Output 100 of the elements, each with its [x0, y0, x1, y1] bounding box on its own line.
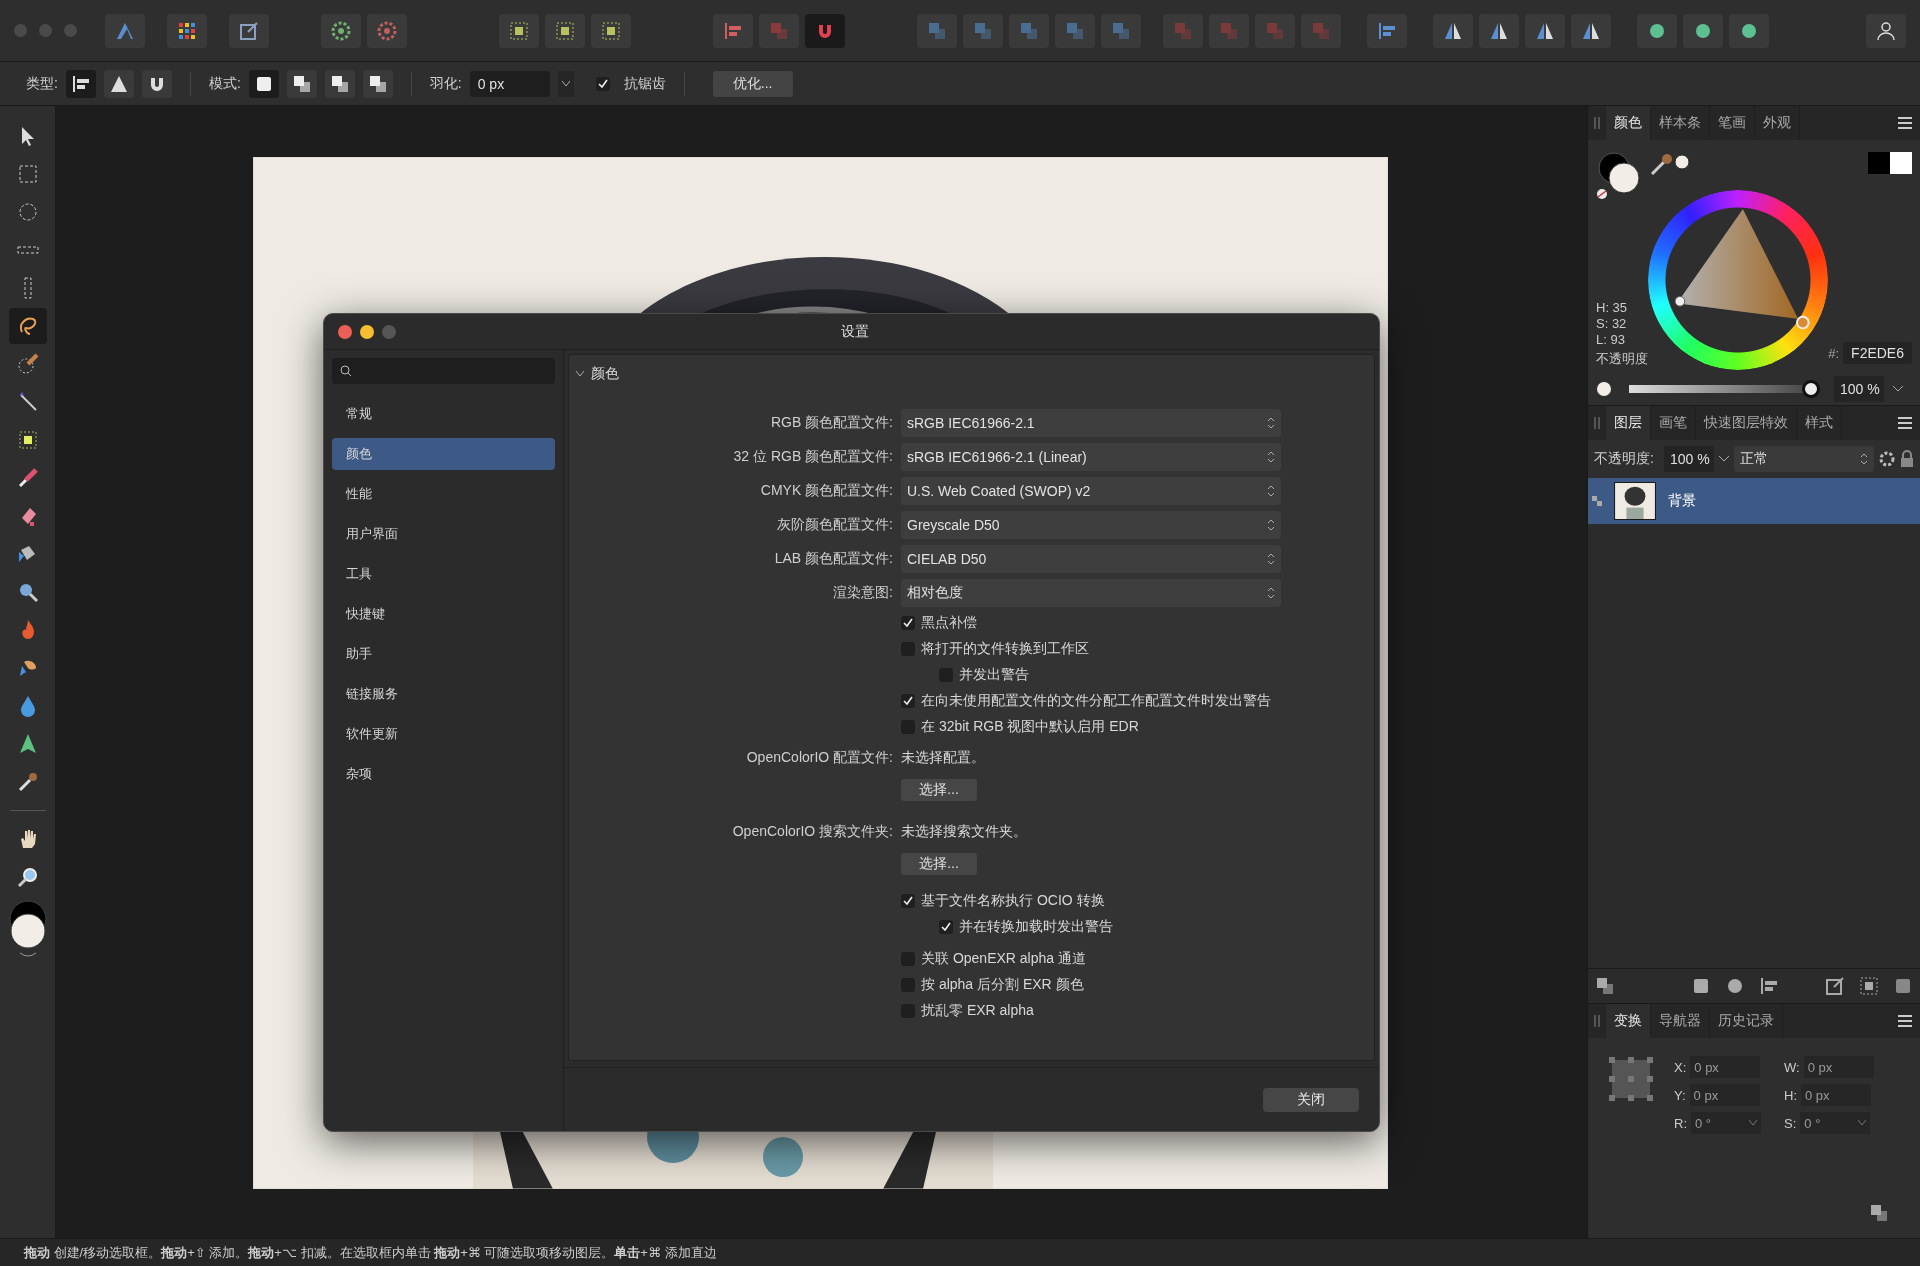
mode-button[interactable]	[324, 69, 355, 98]
panel-tab[interactable]: 变换	[1606, 1004, 1651, 1038]
profile-dropdown[interactable]: Greyscale D50	[901, 511, 1281, 539]
mode-button[interactable]	[286, 69, 317, 98]
profile-dropdown[interactable]: sRGB IEC61966-2.1 (Linear)	[901, 443, 1281, 471]
opacity-field[interactable]: 100 %	[1834, 375, 1884, 402]
checkbox-label: 并发出警告	[959, 666, 1029, 684]
checkbox-label: 关联 OpenEXR alpha 通道	[921, 950, 1086, 968]
toolbar-button[interactable]	[545, 13, 585, 48]
close-button[interactable]: 关闭	[1263, 1087, 1359, 1112]
sidebar-item[interactable]: 工具	[332, 558, 555, 590]
brush-selection-icon[interactable]	[15, 352, 40, 376]
profile-dropdown[interactable]: 相对色度	[901, 579, 1281, 607]
toolbar-button[interactable]	[1683, 13, 1723, 48]
panel-tab[interactable]: 图层	[1606, 406, 1651, 440]
new-layer-icon[interactable]	[1824, 975, 1846, 997]
transform-label: Y:	[1674, 1087, 1686, 1103]
profile-dropdown[interactable]: U.S. Web Coated (SWOP) v2	[901, 477, 1281, 505]
chevron-icon[interactable]	[575, 370, 585, 378]
antialias-checkbox[interactable]	[595, 76, 610, 91]
checkbox-label: 在向未使用配置文件的文件分配工作配置文件时发出警告	[921, 692, 1271, 710]
checkbox[interactable]	[939, 920, 953, 934]
stepper-icon	[1267, 451, 1275, 463]
layers-icon[interactable]	[1594, 975, 1616, 997]
transform-field[interactable]: 0 px	[1803, 1056, 1874, 1078]
transform-field[interactable]: 0 px	[1690, 1056, 1761, 1078]
menu-icon[interactable]	[1898, 117, 1912, 129]
choose-button[interactable]: 选择...	[901, 853, 977, 875]
persona-button[interactable]	[167, 13, 207, 48]
field-label: LAB 颜色配置文件:	[773, 550, 893, 568]
transform-field[interactable]: 0 °	[1691, 1112, 1761, 1134]
toolbar-button[interactable]	[1367, 13, 1407, 48]
toolbar-button[interactable]	[591, 13, 631, 48]
profile-dropdown[interactable]: sRGB IEC61966-2.1	[901, 409, 1281, 437]
grip-icon	[1594, 1015, 1600, 1027]
toolbar-button[interactable]	[1479, 13, 1519, 48]
type-button[interactable]	[103, 69, 134, 98]
blend-mode-dropdown[interactable]: 正常	[1733, 446, 1874, 472]
caret-icon[interactable]	[1717, 455, 1730, 463]
checkbox[interactable]	[901, 894, 915, 908]
sidebar-item[interactable]: 杂项	[332, 758, 555, 790]
field-label: 渲染意图:	[832, 584, 893, 602]
mode-button[interactable]	[362, 69, 393, 98]
opacity-field[interactable]: 100 %	[1663, 446, 1714, 472]
sidebar-item[interactable]: 软件更新	[332, 718, 555, 750]
transform-field[interactable]: 0 °	[1800, 1112, 1871, 1134]
sidebar-item[interactable]: 性能	[332, 478, 555, 510]
toolbar-button[interactable]	[499, 13, 539, 48]
toolbar-button[interactable]	[1729, 13, 1769, 48]
anchor-grid-icon[interactable]	[1608, 1056, 1654, 1102]
close-control[interactable]	[338, 324, 352, 339]
stepper-icon	[1267, 519, 1275, 531]
field-label: OpenColorIO 配置文件:	[745, 749, 893, 767]
transform-field[interactable]: 0 px	[1801, 1084, 1871, 1106]
account-button[interactable]	[1866, 13, 1906, 48]
sidebar-item[interactable]: 常规	[332, 398, 555, 430]
caret-icon[interactable]	[561, 80, 570, 87]
toolbar-button[interactable]	[321, 13, 361, 48]
zoom-icon[interactable]	[15, 865, 40, 889]
toolbar-button[interactable]	[1433, 13, 1473, 48]
sidebar-item[interactable]: 用户界面	[332, 518, 555, 550]
sidebar-item[interactable]: 链接服务	[332, 678, 555, 710]
section-title: 颜色	[591, 365, 619, 383]
refine-button[interactable]: 优化...	[712, 70, 793, 97]
swatch-pair-icon[interactable]	[1868, 152, 1912, 174]
search-field[interactable]	[332, 358, 555, 384]
export-button[interactable]	[229, 13, 269, 48]
saturation-value: S: 32	[1596, 316, 1628, 332]
choose-button[interactable]: 选择...	[901, 779, 977, 801]
settings-icon[interactable]	[1878, 450, 1896, 468]
grid-select-icon	[554, 19, 576, 42]
minimize-control[interactable]	[360, 324, 374, 339]
field-label: CMYK 颜色配置文件:	[759, 482, 893, 500]
checkbox[interactable]	[901, 694, 915, 708]
lightness-value: L: 93	[1596, 332, 1626, 348]
type-button[interactable]	[141, 69, 172, 98]
type-button[interactable]	[65, 69, 96, 98]
feather-field[interactable]: 0 px	[469, 70, 550, 97]
mode-button[interactable]	[248, 69, 279, 98]
sidebar-item[interactable]: 颜色	[332, 438, 555, 470]
snapping-button[interactable]	[805, 13, 845, 48]
sidebar-item[interactable]: 快捷键	[332, 598, 555, 630]
app-logo-button[interactable]	[105, 13, 145, 48]
transform-field[interactable]: 0 px	[1689, 1084, 1760, 1106]
lock-icon[interactable]	[1900, 450, 1914, 468]
slider-thumb[interactable]	[1802, 379, 1820, 398]
transform-label: R:	[1674, 1115, 1687, 1131]
menu-icon[interactable]	[1898, 417, 1912, 429]
hex-field[interactable]: F2EDE6	[1843, 342, 1912, 364]
panel-tab[interactable]: 颜色	[1606, 106, 1651, 140]
status-hint: 拖动 创建/移动选取框。拖动+⇧ 添加。拖动+⌥ 扣减。在选取框内单击 拖动+⌘ 可随选取项移动图层。单击+⌘ 添加直边	[24, 1243, 717, 1262]
toolbar-button[interactable]	[1637, 13, 1677, 48]
profile-dropdown[interactable]: CIELAB D50	[901, 545, 1281, 573]
sidebar-item[interactable]: 助手	[332, 638, 555, 670]
caret-icon[interactable]	[1892, 384, 1904, 393]
checkbox[interactable]	[901, 616, 915, 630]
menu-icon[interactable]	[1898, 1015, 1912, 1027]
toolbar-button[interactable]	[1571, 13, 1611, 48]
toolbar-button[interactable]	[1525, 13, 1565, 48]
layer-row[interactable]: 背景	[1588, 478, 1920, 524]
